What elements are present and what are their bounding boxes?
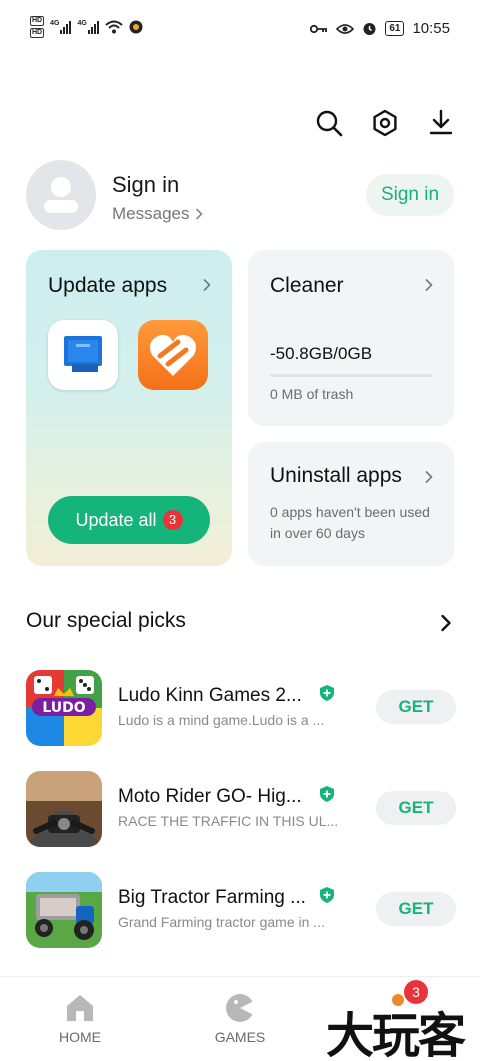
update-apps-card[interactable]: Update apps Update all 3 bbox=[26, 250, 232, 566]
app-name: Moto Rider GO- Hig... bbox=[118, 786, 302, 807]
wifi-icon bbox=[105, 20, 123, 34]
chevron-right-icon bbox=[203, 278, 211, 292]
storage-value: -50.8GB/0GB bbox=[270, 344, 373, 363]
app-name: Big Tractor Farming ... bbox=[118, 887, 306, 908]
cleaner-card[interactable]: Cleaner -50.8GB/0GB 0 MB of trash bbox=[248, 250, 454, 426]
update-count-badge: 3 bbox=[162, 510, 183, 530]
cleaner-title: Cleaner bbox=[270, 274, 344, 297]
verified-shield-icon bbox=[320, 786, 334, 802]
tab-games-label: GAMES bbox=[214, 1029, 266, 1045]
get-button[interactable]: GET bbox=[376, 791, 456, 825]
app-description: RACE THE TRAFFIC IN THIS UL... bbox=[118, 813, 339, 829]
tractor-farming-icon bbox=[26, 872, 102, 948]
status-right: 61 10:55 bbox=[310, 20, 450, 37]
network-type-label: 4G bbox=[77, 20, 87, 27]
ludo-king-icon: LUDO bbox=[26, 670, 102, 746]
app-description: Grand Farming tractor game in ... bbox=[118, 914, 325, 930]
verified-shield-icon bbox=[320, 685, 334, 701]
uninstall-apps-card[interactable]: Uninstall apps 0 apps haven't been used … bbox=[248, 442, 454, 566]
hd-label: HD bbox=[30, 28, 45, 38]
tab-games[interactable]: GAMES bbox=[180, 991, 300, 1045]
settings-icon[interactable] bbox=[370, 108, 400, 138]
messages-link[interactable]: Messages bbox=[112, 204, 204, 224]
list-item[interactable]: Big Tractor Farming ... Grand Farming tr… bbox=[0, 872, 480, 952]
chevron-right-icon bbox=[425, 278, 433, 292]
update-all-button[interactable]: Update all 3 bbox=[48, 496, 210, 544]
clock: 10:55 bbox=[412, 20, 450, 37]
app-name: Ludo Kinn Games 2... bbox=[118, 685, 302, 706]
sign-in-button[interactable]: Sign in bbox=[366, 174, 454, 216]
chevron-right-icon bbox=[196, 208, 204, 220]
signal-icon: 4G bbox=[50, 20, 72, 34]
get-button[interactable]: GET bbox=[376, 892, 456, 926]
games-icon bbox=[226, 994, 254, 1022]
network-type-label: 4G bbox=[50, 20, 60, 27]
pending-update-app-icon[interactable] bbox=[48, 320, 118, 390]
uninstall-apps-title: Uninstall apps bbox=[270, 464, 402, 487]
sign-in-title[interactable]: Sign in bbox=[112, 172, 179, 198]
signal-icon: 4G bbox=[77, 20, 99, 34]
list-item[interactable]: LUDO Ludo Kinn Games 2... Ludo is a mind… bbox=[0, 670, 480, 750]
storage-progress-bar bbox=[270, 374, 432, 377]
search-icon[interactable] bbox=[314, 108, 344, 138]
notification-badge: 3 bbox=[404, 980, 428, 1004]
key-icon bbox=[310, 24, 328, 33]
ludo-logo-text: LUDO bbox=[42, 700, 85, 716]
download-icon[interactable] bbox=[426, 108, 456, 138]
get-button[interactable]: GET bbox=[376, 690, 456, 724]
tab-home[interactable]: HOME bbox=[20, 991, 140, 1045]
status-left: HD HD 4G 4G bbox=[30, 16, 143, 38]
update-apps-title: Update apps bbox=[48, 274, 168, 297]
app-description: Ludo is a mind game.Ludo is a ... bbox=[118, 712, 325, 728]
avatar[interactable] bbox=[26, 160, 96, 230]
section-title: Our special picks bbox=[26, 609, 186, 632]
hd-indicator: HD HD bbox=[30, 16, 45, 38]
list-item[interactable]: Moto Rider GO- Hig... RACE THE TRAFFIC I… bbox=[0, 771, 480, 851]
app-notification-icon bbox=[129, 20, 143, 34]
home-icon bbox=[67, 995, 93, 1021]
moto-rider-icon bbox=[26, 771, 102, 847]
watermark-logo: 大玩客 bbox=[326, 1008, 466, 1061]
alarm-icon bbox=[363, 23, 376, 35]
hd-label: HD bbox=[30, 16, 45, 26]
trash-size-label: 0 MB of trash bbox=[270, 386, 354, 402]
chevron-right-icon[interactable] bbox=[440, 614, 452, 632]
update-all-label: Update all bbox=[75, 509, 157, 530]
messages-label: Messages bbox=[112, 204, 190, 223]
toolbar bbox=[314, 108, 456, 138]
verified-shield-icon bbox=[320, 887, 334, 903]
tab-home-label: HOME bbox=[59, 1029, 101, 1045]
chevron-right-icon bbox=[425, 470, 433, 484]
status-bar: HD HD 4G 4G 61 10:55 bbox=[0, 0, 480, 60]
eye-icon bbox=[336, 23, 355, 34]
unused-apps-label: 0 apps haven't been used in over 60 days bbox=[270, 504, 430, 541]
pending-update-app-icon[interactable] bbox=[138, 320, 208, 390]
battery-indicator: 61 bbox=[385, 21, 405, 36]
